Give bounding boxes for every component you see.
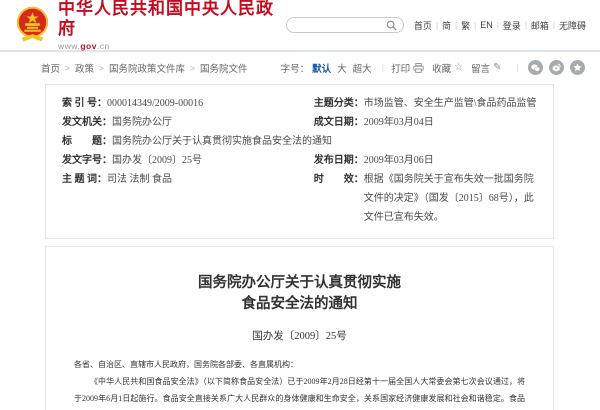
breadcrumb-separator: >	[185, 63, 200, 73]
breadcrumb-toolbar-row: 首页 > 政策 > 国务院政策文件库 > 国务院文件 字号： 默认 大 超大 |…	[0, 52, 600, 83]
toolbar-divider: |	[375, 62, 391, 73]
nav-simplified-chinese[interactable]: 简	[442, 19, 451, 32]
nav-home[interactable]: 首页	[414, 19, 432, 32]
comment-button[interactable]: 留言 ✎	[471, 61, 501, 75]
nav-traditional-chinese[interactable]: 繁	[461, 19, 470, 32]
nav-separator: |	[470, 21, 480, 30]
site-url: www.gov.cn	[58, 41, 286, 51]
document-title: 国务院办公厅关于认真贯彻实施 食品安全法的通知	[74, 273, 525, 315]
nav-separator: |	[549, 21, 559, 30]
breadcrumb-separator: >	[94, 63, 109, 73]
printer-icon	[413, 63, 424, 73]
nav-mail[interactable]: 邮箱	[531, 19, 549, 32]
national-emblem-logo	[14, 5, 51, 45]
site-identity: 中华人民共和国中央人民政府 www.gov.cn	[58, 0, 286, 51]
search-input[interactable]	[293, 20, 386, 30]
site-header: 中华人民共和国中央人民政府 www.gov.cn 首页| 简| 繁| EN| 登…	[0, 0, 600, 52]
breadcrumb-policy-library[interactable]: 国务院政策文件库	[109, 61, 185, 75]
document-number: 国办发〔2009〕25号	[74, 328, 525, 343]
font-size-large-button[interactable]: 大	[334, 61, 350, 75]
meta-publish-date: 发布日期：2009年03月06日	[314, 151, 537, 170]
breadcrumb-policy[interactable]: 政策	[75, 61, 94, 75]
govcn-document-page: { "colors": { "accent_red": "#c30d23", "…	[0, 0, 600, 410]
toolbar-divider: |	[510, 62, 526, 73]
breadcrumb: 首页 > 政策 > 国务院政策文件库 > 国务院文件	[41, 61, 247, 75]
breadcrumb-separator: >	[60, 63, 75, 73]
qzone-share-icon[interactable]	[570, 60, 585, 75]
wechat-share-icon[interactable]	[528, 60, 543, 75]
nav-english[interactable]: EN	[480, 20, 493, 30]
font-size-xlarge-button[interactable]: 超大	[350, 61, 375, 75]
meta-index-number: 索 引 号：000014349/2009-00016	[62, 94, 314, 113]
article-toolbar: 字号： 默认 大 超大 | 打印 收藏 ☆ 留言 ✎ |	[281, 60, 585, 75]
meta-subject-terms: 主 题 词：司法 法制 食品	[62, 170, 314, 227]
meta-empty-cell	[314, 132, 537, 151]
meta-issuing-agency: 发文机关：国务院办公厅	[62, 113, 314, 132]
header-nav: 首页| 简| 繁| EN| 登录| 邮箱| 无障碍	[414, 19, 586, 32]
search-box[interactable]	[286, 17, 404, 33]
nav-login[interactable]: 登录	[503, 19, 521, 32]
weibo-share-icon[interactable]	[549, 60, 564, 75]
print-button[interactable]: 打印	[391, 61, 424, 75]
document-body: 各省、自治区、直辖市人民政府，国务院各部委、各直属机构： 《中华人民共和国食品安…	[74, 356, 525, 410]
intro-paragraph: 《中华人民共和国食品安全法》（以下简称食品安全法）已于2009年2月28日经第十…	[74, 373, 525, 410]
font-size-default-button[interactable]: 默认	[309, 61, 334, 75]
breadcrumb-state-council-docs[interactable]: 国务院文件	[200, 61, 248, 75]
document-content: 国务院办公厅关于认真贯彻实施 食品安全法的通知 国办发〔2009〕25号 各省、…	[45, 246, 554, 410]
font-size-label: 字号：	[281, 61, 310, 75]
favorite-button[interactable]: 收藏 ☆	[432, 61, 463, 75]
nav-separator: |	[493, 21, 503, 30]
pencil-icon: ✎	[493, 63, 501, 73]
share-buttons	[528, 60, 585, 75]
nav-accessibility[interactable]: 无障碍	[559, 19, 586, 32]
meta-topic-category: 主题分类：市场监管、安全生产监管\食品药品监管	[314, 94, 537, 113]
meta-document-number: 发文字号：国办发〔2009〕25号	[62, 151, 314, 170]
site-title: 中华人民共和国中央人民政府	[58, 0, 286, 39]
meta-title: 标 题：国务院办公厅关于认真贯彻实施食品安全法的通知	[62, 132, 314, 151]
nav-separator: |	[432, 21, 442, 30]
meta-written-date: 成文日期：2009年03月04日	[314, 113, 537, 132]
star-icon: ☆	[454, 63, 463, 73]
search-icon[interactable]	[386, 20, 397, 31]
document-metadata-table: 索 引 号：000014349/2009-00016 主题分类：市场监管、安全生…	[45, 84, 554, 239]
meta-validity: 时 效：根据《国务院关于宣布失效一批国务院文件的决定》（国发〔2015〕68号）…	[314, 170, 537, 227]
breadcrumb-home[interactable]: 首页	[41, 61, 60, 75]
salutation-paragraph: 各省、自治区、直辖市人民政府，国务院各部委、各直属机构：	[74, 356, 525, 373]
nav-separator: |	[451, 21, 461, 30]
nav-separator: |	[521, 21, 531, 30]
